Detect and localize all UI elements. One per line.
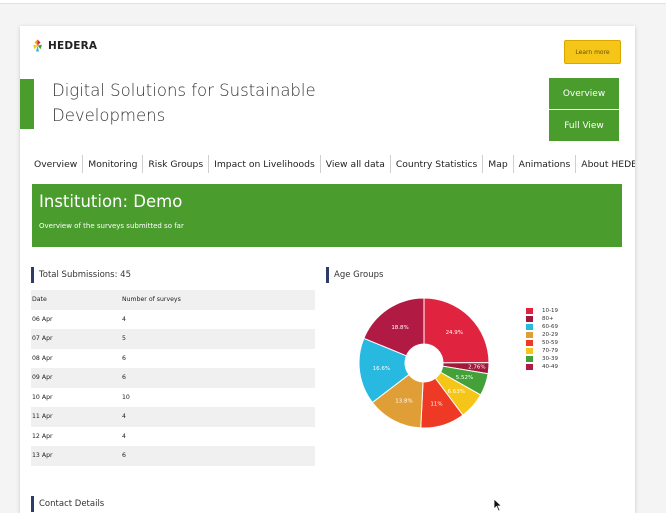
age-groups-title: Age Groups [334, 270, 384, 280]
pie-slice-label: 16.6% [373, 366, 390, 372]
legend-item[interactable]: 40-49 [526, 363, 558, 371]
brand-name: HEDERA [48, 39, 98, 52]
nav-overview[interactable]: Overview [29, 159, 82, 170]
legend-item[interactable]: 20-29 [526, 331, 558, 339]
legend-swatch [526, 316, 533, 322]
section-accent-bar [326, 267, 329, 283]
contact-section-title: Contact Details [31, 496, 104, 512]
date-cell: 13 Apr [31, 446, 122, 466]
date-cell: 10 Apr [32, 393, 53, 401]
table-row: 06 Apr 4 [31, 310, 315, 330]
page-title: Digital Solutions for Sustainable Develo… [52, 81, 316, 125]
age-groups-section-title: Age Groups [326, 267, 383, 283]
legend-item[interactable]: 70-79 [526, 347, 558, 355]
table-header-cell: Number of surveys [122, 290, 315, 310]
legend-swatch [526, 356, 533, 362]
legend-label: 70-79 [542, 348, 558, 354]
age-groups-donut-chart: 24.9% 2.76% 5.52% 6.63% 11% 13.8% 16.6% 18.8% [358, 297, 490, 429]
pie-slice-label: 5.52% [456, 375, 473, 381]
legend-label: 40-49 [542, 364, 558, 370]
legend-swatch [526, 308, 533, 314]
table-row: 13 Apr 6 [31, 446, 315, 466]
full-view-button[interactable]: Full View [549, 110, 619, 141]
browser-top-line [0, 0, 666, 4]
section-accent-bar [31, 496, 34, 512]
table-row: 12 Apr 4 [31, 427, 315, 447]
legend-label: 50-59 [542, 340, 558, 346]
date-cell: 11 Apr [31, 407, 122, 427]
nav-risk-groups[interactable]: Risk Groups [143, 159, 208, 170]
date-cell: 08 Apr [32, 354, 53, 362]
section-accent-bar [31, 267, 34, 283]
nav-monitoring[interactable]: Monitoring [83, 159, 142, 170]
legend-item[interactable]: 30-39 [526, 355, 558, 363]
table-row: 07 Apr 5 [31, 329, 315, 349]
legend-item[interactable]: 50-59 [526, 339, 558, 347]
dashboard-card: HEDERA Learn more Digital Solutions for … [20, 26, 635, 513]
pie-slice-label: 6.63% [448, 389, 465, 395]
count-cell: 6 [122, 368, 315, 388]
table-row: 09 Apr 6 [31, 368, 315, 388]
main-nav: Overview Monitoring Risk Groups Impact o… [29, 155, 635, 173]
mouse-pointer-icon [493, 498, 503, 512]
legend-swatch [526, 332, 533, 338]
date-cell: 09 Apr [31, 368, 122, 388]
legend-item[interactable]: 60-69 [526, 323, 558, 331]
nav-view-all-data[interactable]: View all data [321, 159, 390, 170]
nav-animations[interactable]: Animations [514, 159, 576, 170]
institution-subtitle: Overview of the surveys submitted so far [39, 222, 184, 230]
table-row: 11 Apr 4 [31, 407, 315, 427]
count-cell: 4 [122, 315, 126, 323]
legend-item[interactable]: 10-19 [526, 307, 558, 315]
legend-label: 60-69 [542, 324, 558, 330]
date-cell: 07 Apr [31, 329, 122, 349]
submissions-table: Date Number of surveys 06 Apr 4 07 Apr 5 08 Ap… [31, 290, 315, 466]
contact-title: Contact Details [39, 499, 105, 509]
pie-slice-label: 24.9% [446, 330, 463, 336]
institution-banner: Institution: Demo Overview of the survey… [32, 184, 622, 247]
pie-slice-label: 13.8% [395, 399, 412, 405]
title-accent-bar [20, 79, 34, 129]
legend-swatch [526, 348, 533, 354]
date-cell: 06 Apr [32, 315, 53, 323]
pie-slice-label: 2.76% [468, 365, 485, 371]
age-groups-legend: 10-19 80+ 60-69 20-29 50-59 70-79 30-39 40-49 [526, 307, 558, 371]
date-cell: 12 Apr [32, 432, 53, 440]
table-header-cell: Date [31, 290, 122, 310]
submissions-section-title: Total Submissions: 45 [31, 267, 131, 283]
overview-button[interactable]: Overview [549, 78, 619, 109]
count-cell: 4 [122, 432, 126, 440]
count-cell: 6 [122, 354, 126, 362]
legend-label: 30-39 [542, 356, 558, 362]
table-header-row: Date Number of surveys [31, 290, 315, 310]
hedera-leaf-icon [33, 39, 42, 52]
nav-map[interactable]: Map [483, 159, 512, 170]
table-row: 10 Apr 10 [31, 388, 315, 408]
submissions-title: Total Submissions: 45 [39, 270, 131, 280]
institution-title: Institution: Demo [39, 192, 183, 211]
learn-more-button[interactable]: Learn more [564, 40, 621, 64]
legend-item[interactable]: 80+ [526, 315, 558, 323]
count-cell: 4 [122, 407, 315, 427]
legend-label: 80+ [542, 316, 554, 322]
legend-swatch [526, 340, 533, 346]
brand-logo[interactable]: HEDERA [30, 38, 97, 53]
pie-slice-label: 18.8% [391, 325, 408, 331]
pie-slice-label: 11% [430, 402, 442, 408]
nav-about-hedera[interactable]: About HEDERA [576, 159, 635, 170]
nav-country-statistics[interactable]: Country Statistics [391, 159, 482, 170]
count-cell: 6 [122, 446, 315, 466]
legend-label: 20-29 [542, 332, 558, 338]
table-row: 08 Apr 6 [31, 349, 315, 369]
count-cell: 5 [122, 329, 315, 349]
count-cell: 10 [122, 393, 130, 401]
legend-swatch [526, 324, 533, 330]
legend-swatch [526, 364, 533, 370]
legend-label: 10-19 [542, 308, 558, 314]
nav-impact-on-livelihoods[interactable]: Impact on Livelihoods [209, 159, 320, 170]
